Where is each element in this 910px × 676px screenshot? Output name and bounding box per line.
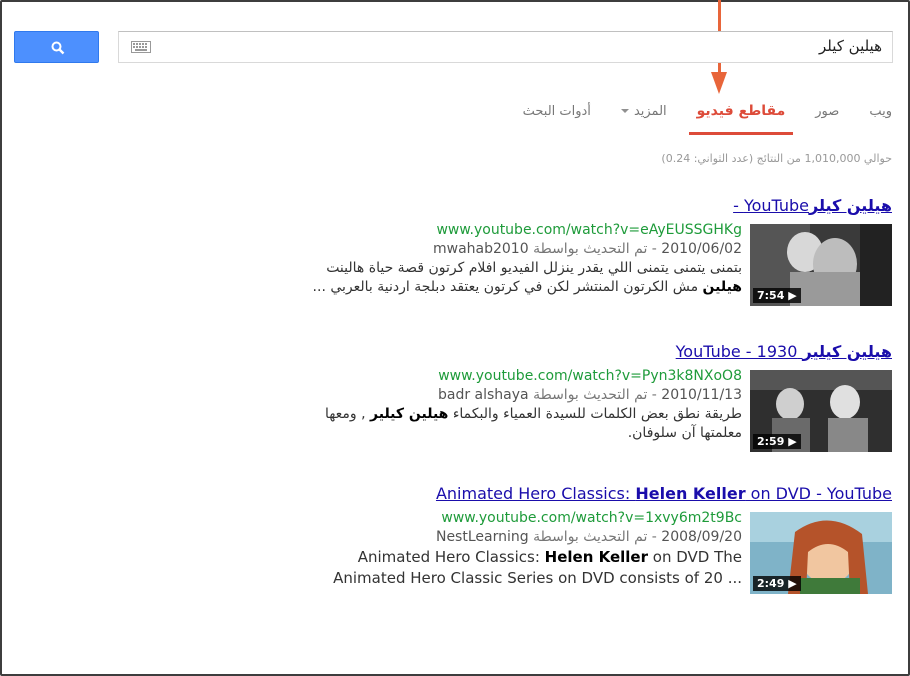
video-result: Animated Hero Classics: Helen Keller on …: [292, 484, 892, 594]
video-thumbnail[interactable]: 2:59 ▶: [750, 370, 892, 452]
video-duration: 2:49 ▶: [753, 576, 801, 591]
desc-text: طريقة نطق بعض الكلمات للسيدة العمياء وال…: [448, 406, 742, 422]
keyboard-icon[interactable]: [131, 41, 151, 53]
tab-web[interactable]: ويب: [869, 104, 892, 119]
result-title-link[interactable]: Animated Hero Classics: Helen Keller on …: [292, 484, 892, 503]
desc-bold: Helen Keller: [544, 548, 649, 566]
result-description: طريقة نطق بعض الكلمات للسيدة العمياء وال…: [292, 405, 742, 443]
search-button[interactable]: [14, 31, 99, 63]
tab-videos[interactable]: مقاطع فيديو: [688, 103, 793, 135]
result-description: بتمنى يتمنى يتمنى اللي يقدر ينزلل الفيدي…: [292, 259, 742, 297]
tab-search-tools[interactable]: أدوات البحث: [523, 104, 591, 119]
uploader-name: badr alshaya: [437, 387, 529, 403]
title-bold: هيلين كيلير: [802, 342, 892, 361]
title-post: on DVD - YouTube: [745, 484, 892, 503]
result-title-link[interactable]: هيلين كيلير YouTube - 1930: [292, 342, 892, 361]
result-url: www.youtube.com/watch?v=Pyn3k8NXoO8: [438, 368, 742, 384]
desc-text: بتمنى يتمنى يتمنى اللي يقدر ينزلل الفيدي…: [326, 260, 742, 276]
upload-date: 2010/11/13: [661, 387, 742, 403]
tab-more[interactable]: المزيد: [620, 103, 667, 119]
uploader-name: NestLearning: [435, 529, 529, 545]
result-stats: حوالي 1,010,000 من النتائج (عدد الثواني:…: [661, 152, 892, 165]
uploader-name: mwahab2010: [432, 241, 529, 257]
title-bold: هيلين كيلر: [809, 196, 892, 215]
result-meta: 2010/11/13 - تم التحديث بواسطة badr alsh…: [292, 386, 742, 405]
video-thumbnail[interactable]: 7:54 ▶: [750, 224, 892, 306]
result-snippet: www.youtube.com/watch?v=Pyn3k8NXoO8 2010…: [292, 367, 742, 452]
video-result: هيلين كيلرYouTube - 7:54 ▶ www.youtube.c…: [292, 196, 892, 306]
upload-date: 2008/09/20: [661, 529, 742, 545]
video-duration: 2:59 ▶: [753, 434, 801, 449]
desc-bold: هيلين: [702, 279, 742, 295]
result-url: www.youtube.com/watch?v=1xvy6m2t9Bc: [441, 510, 742, 526]
desc-text-2: مش الكرتون المنتشر لكن في كرتون يعتقد دب…: [312, 279, 703, 295]
tab-images[interactable]: صور: [815, 104, 839, 119]
result-description: Animated Hero Classics: Helen Keller on …: [292, 547, 742, 589]
video-thumbnail[interactable]: 2:49 ▶: [750, 512, 892, 594]
result-snippet: www.youtube.com/watch?v=1xvy6m2t9Bc 2008…: [292, 509, 742, 594]
search-input[interactable]: هيلين كيلر: [118, 31, 893, 63]
title-rest: YouTube -: [733, 196, 810, 215]
desc-text: Animated Hero Classics:: [357, 548, 545, 566]
search-icon: [51, 41, 65, 55]
search-tabs: ويب صور مقاطع فيديو المزيد أدوات البحث: [493, 103, 892, 135]
result-meta: 2010/06/02 - تم التحديث بواسطة mwahab201…: [292, 240, 742, 259]
chevron-down-icon: [620, 109, 629, 113]
upload-date: 2010/06/02: [661, 241, 742, 257]
desc-bold: هيلين كيلير: [370, 406, 449, 422]
annotation-arrow-head: [711, 72, 727, 94]
result-title-link[interactable]: هيلين كيلرYouTube -: [292, 196, 892, 215]
search-query: هيلين كيلر: [818, 37, 882, 55]
title-pre: Animated Hero Classics:: [435, 484, 636, 503]
title-bold: Helen Keller: [635, 484, 746, 503]
video-result: هيلين كيلير YouTube - 1930 2:59 ▶ www.yo…: [292, 342, 892, 452]
result-snippet: www.youtube.com/watch?v=eAyEUSSGHKg 2010…: [292, 221, 742, 306]
uploaded-by-label: - تم التحديث بواسطة: [533, 241, 657, 257]
result-meta: 2008/09/20 - تم التحديث بواسطة NestLearn…: [292, 528, 742, 547]
tab-more-label: المزيد: [633, 103, 667, 119]
result-url: www.youtube.com/watch?v=eAyEUSSGHKg: [436, 222, 742, 238]
title-rest: YouTube - 1930: [675, 342, 798, 361]
uploaded-by-label: - تم التحديث بواسطة: [533, 387, 657, 403]
uploaded-by-label: - تم التحديث بواسطة: [533, 529, 657, 545]
video-duration: 7:54 ▶: [753, 288, 801, 303]
